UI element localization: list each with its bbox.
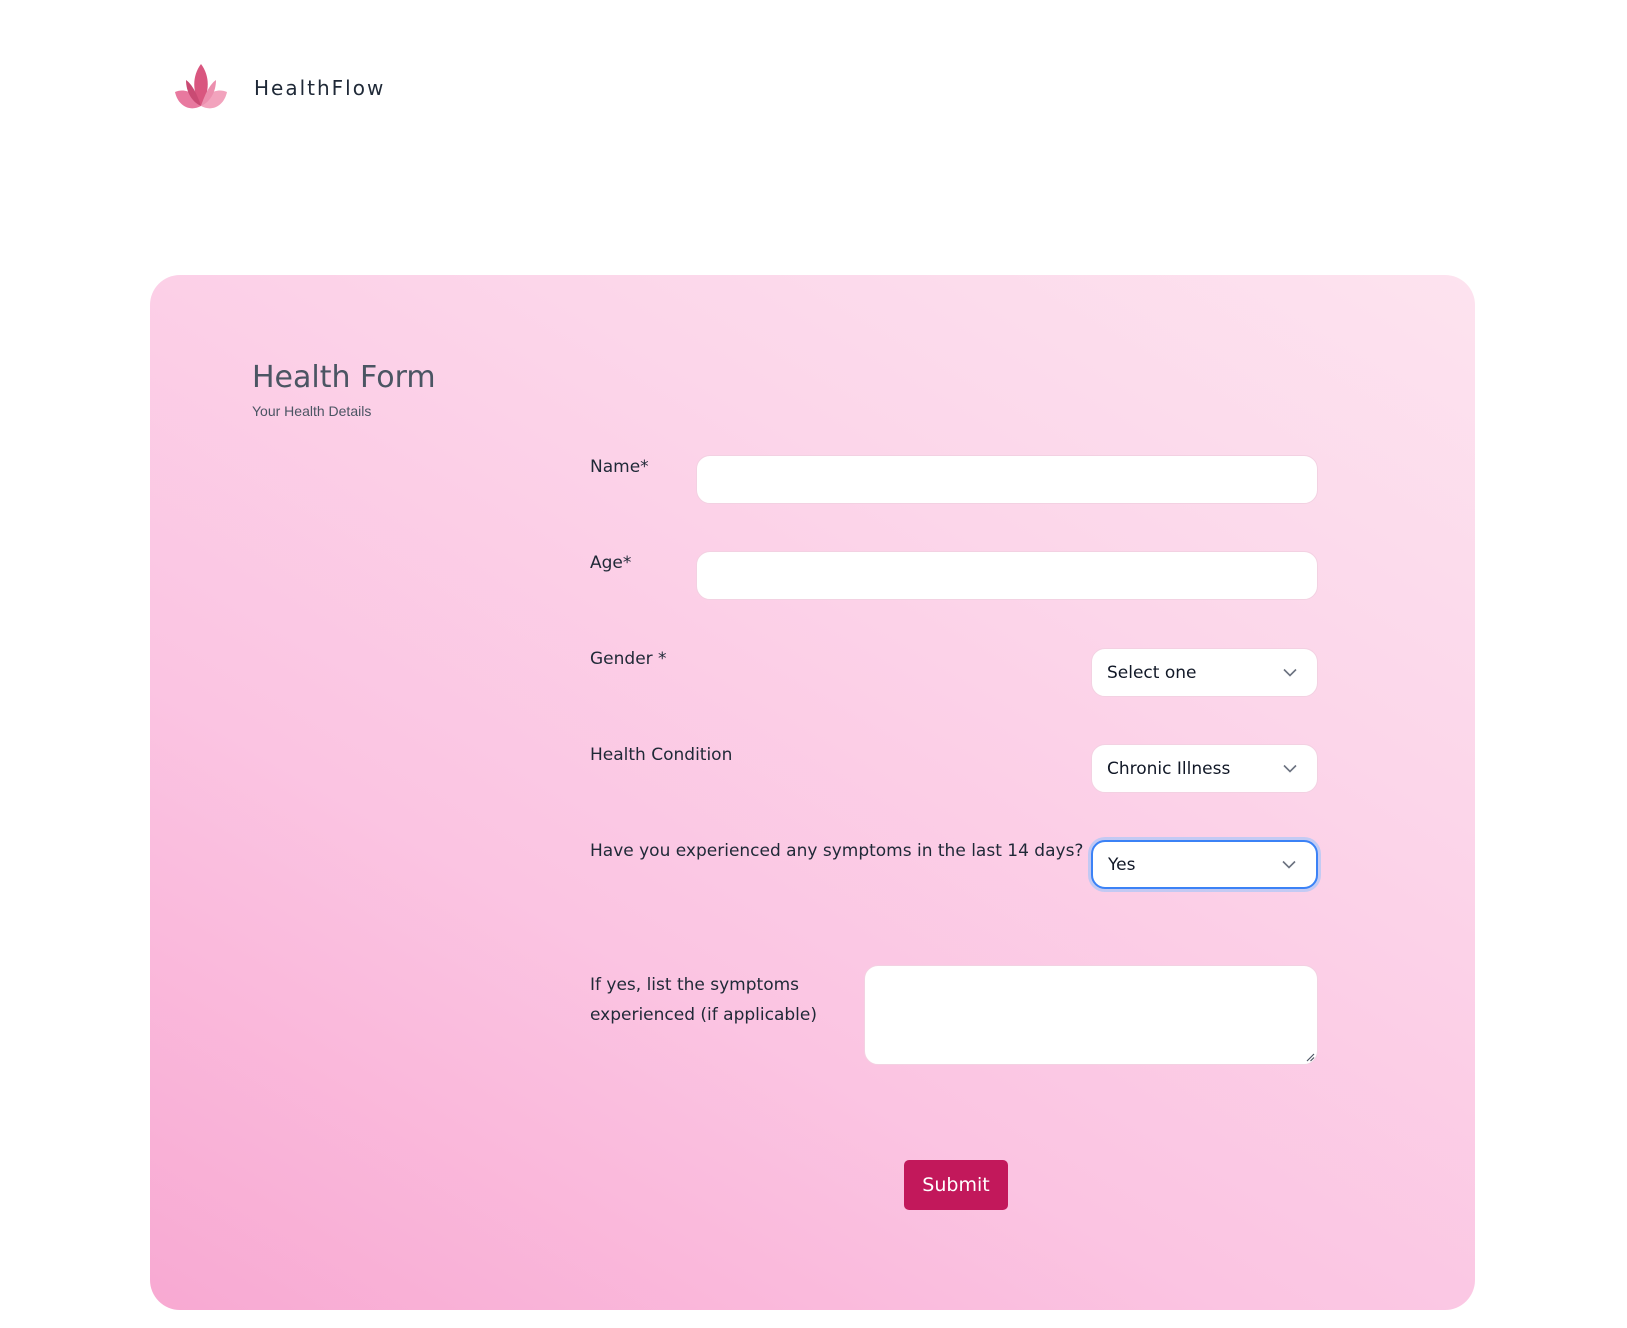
gender-selected-value: Select one <box>1107 662 1197 683</box>
chevron-down-icon <box>1282 860 1296 869</box>
symptoms-list-label-line2: experienced (if applicable) <box>590 1005 817 1025</box>
form-subtitle: Your Health Details <box>252 403 372 419</box>
form-card: Health Form Your Health Details Name* Ag… <box>150 275 1475 1310</box>
symptoms-select[interactable]: Yes <box>1091 840 1318 889</box>
symptoms-selected-value: Yes <box>1108 854 1136 875</box>
symptoms-question-label: Have you experienced any symptoms in the… <box>590 841 1084 861</box>
gender-select[interactable]: Select one <box>1091 648 1318 697</box>
brand-name: HealthFlow <box>254 76 386 100</box>
chevron-down-icon <box>1283 764 1297 773</box>
health-condition-select[interactable]: Chronic Illness <box>1091 744 1318 793</box>
gender-label: Gender * <box>590 649 667 669</box>
form-title: Health Form <box>252 360 436 395</box>
name-label: Name* <box>590 457 649 477</box>
age-input[interactable] <box>696 551 1318 600</box>
resize-handle-icon[interactable] <box>1305 1052 1315 1062</box>
lotus-icon <box>175 64 227 109</box>
symptoms-textarea[interactable] <box>864 965 1318 1065</box>
health-condition-selected-value: Chronic Illness <box>1107 758 1231 779</box>
chevron-down-icon <box>1283 668 1297 677</box>
name-input[interactable] <box>696 455 1318 504</box>
brand[interactable]: HealthFlow <box>172 62 385 114</box>
age-label: Age* <box>590 553 632 573</box>
page: HealthFlow Health Form Your Health Detai… <box>0 0 1627 1328</box>
symptoms-list-label: If yes, list the symptoms experienced (i… <box>590 970 817 1030</box>
symptoms-list-label-line1: If yes, list the symptoms <box>590 975 800 995</box>
health-condition-label: Health Condition <box>590 745 733 765</box>
submit-button[interactable]: Submit <box>904 1160 1008 1210</box>
